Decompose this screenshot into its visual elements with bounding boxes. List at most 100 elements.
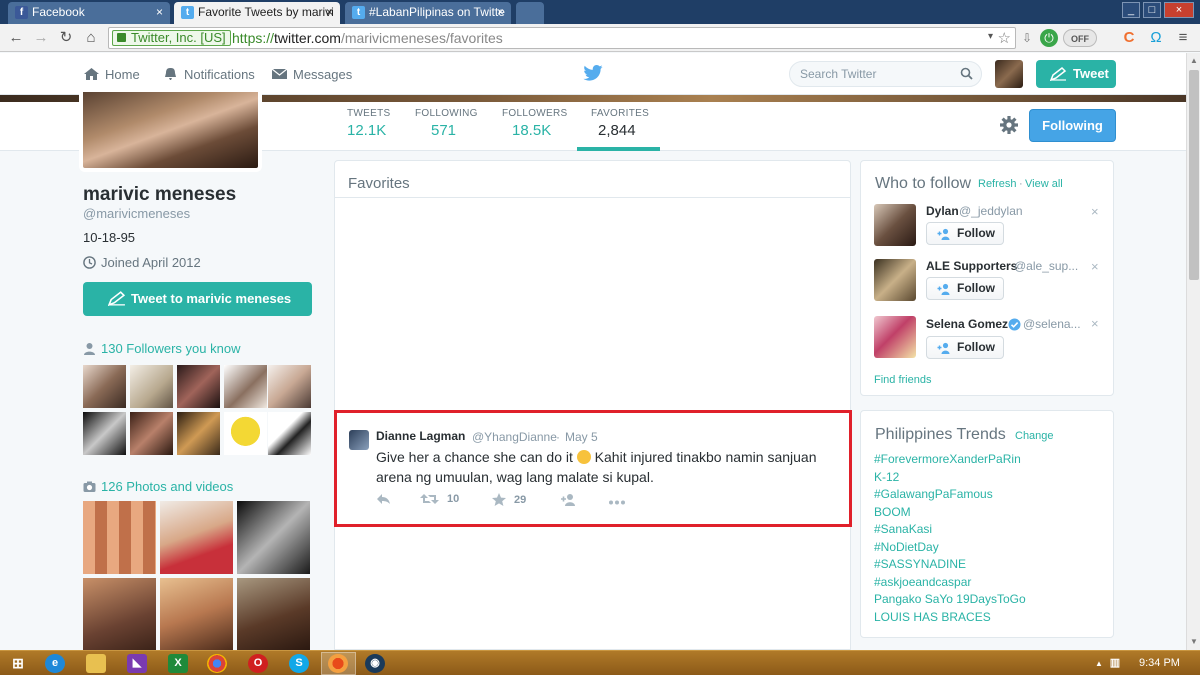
suggestion-name[interactable]: Selena Gomez	[926, 317, 1008, 331]
power-icon[interactable]: ⏻	[1040, 29, 1058, 47]
follow-button[interactable]: Follow	[926, 336, 1004, 359]
follower-avatar[interactable]	[177, 365, 220, 408]
follower-avatar[interactable]	[83, 412, 126, 455]
media-thumbnail[interactable]	[83, 578, 156, 651]
tweet-author-handle[interactable]: @YhangDianne	[472, 430, 557, 444]
tweet-author-name[interactable]: Dianne Lagman	[376, 429, 465, 443]
reply-button[interactable]	[376, 493, 399, 505]
dismiss-icon[interactable]: ×	[1091, 259, 1099, 274]
tab-favorite-tweets[interactable]: t Favorite Tweets by marivi ×	[174, 2, 340, 24]
minimize-button[interactable]: _	[1122, 2, 1140, 18]
tray-expand-icon[interactable]: ▲	[1093, 654, 1105, 673]
search-input[interactable]	[790, 62, 955, 86]
scroll-thumb[interactable]	[1189, 70, 1199, 280]
page-scrollbar[interactable]: ▲ ▼	[1186, 53, 1200, 650]
view-all-link[interactable]: View all	[1025, 178, 1063, 190]
find-friends-link[interactable]: Find friends	[874, 374, 931, 386]
trend-item[interactable]: BOOM	[874, 505, 911, 519]
headphones-icon[interactable]: Ω	[1147, 29, 1165, 47]
forward-icon[interactable]: →	[31, 28, 51, 48]
trend-item[interactable]: #ForevermoreXanderPaRin	[874, 452, 1021, 466]
tab-labanpilipinas[interactable]: t #LabanPilipinas on Twitte ×	[345, 2, 511, 24]
follow-button[interactable]: Follow	[926, 277, 1004, 300]
network-icon[interactable]: ▥	[1108, 654, 1122, 673]
gear-icon[interactable]	[999, 115, 1019, 135]
trend-item[interactable]: #NoDietDay	[874, 540, 939, 554]
follow-author-button[interactable]	[560, 493, 586, 506]
scroll-up-icon[interactable]: ▲	[1189, 56, 1199, 66]
trend-item[interactable]: K-12	[874, 470, 899, 484]
media-thumbnail[interactable]	[160, 501, 233, 574]
nav-home[interactable]: Home	[83, 67, 140, 82]
home-icon[interactable]: ⌂	[81, 28, 101, 48]
windows-start-icon[interactable]: ⊞	[8, 654, 28, 673]
photos-videos-link[interactable]: 126 Photos and videos	[83, 479, 233, 494]
taskbar-clock[interactable]: 9:34 PM	[1139, 657, 1180, 669]
back-icon[interactable]: ←	[6, 28, 26, 48]
change-trends-link[interactable]: Change	[1015, 430, 1054, 442]
follow-button[interactable]: Follow	[926, 222, 1004, 245]
scroll-down-icon[interactable]: ▼	[1189, 637, 1199, 647]
followers-you-know-link[interactable]: 130 Followers you know	[83, 341, 240, 356]
file-explorer-icon[interactable]	[86, 654, 106, 673]
follower-avatar[interactable]	[224, 412, 267, 455]
excel-icon[interactable]: X	[168, 654, 188, 673]
extension-toggle[interactable]: OFF	[1063, 29, 1097, 47]
tab-facebook[interactable]: f Facebook ×	[8, 2, 170, 24]
retweet-button[interactable]: 10	[420, 493, 459, 505]
search-icon[interactable]	[960, 67, 973, 80]
account-avatar[interactable]	[995, 60, 1023, 88]
bookmark-star-icon[interactable]: ☆	[998, 29, 1011, 47]
close-tab-icon[interactable]: ×	[497, 2, 504, 22]
stat-following[interactable]: FOLLOWING 571	[415, 108, 478, 139]
url-text[interactable]: https://twitter.com/marivicmeneses/favor…	[232, 30, 503, 46]
follower-avatar[interactable]	[224, 365, 267, 408]
stat-favorites[interactable]: FAVORITES 2,844	[591, 108, 649, 139]
follower-avatar[interactable]	[130, 365, 173, 408]
more-options-button[interactable]	[608, 493, 634, 505]
profile-handle[interactable]: @marivicmeneses	[83, 206, 190, 221]
reload-icon[interactable]: ↻	[56, 28, 76, 48]
favorite-button[interactable]: 29	[492, 493, 526, 506]
nav-messages[interactable]: Messages	[271, 67, 352, 82]
visual-studio-icon[interactable]: ◣	[127, 654, 147, 673]
tweet-timestamp[interactable]: May 5	[565, 430, 598, 444]
close-window-button[interactable]: ×	[1164, 2, 1194, 18]
skype-icon[interactable]: S	[289, 654, 309, 673]
suggestion-handle[interactable]: @ale_sup...	[1014, 259, 1078, 273]
trend-item[interactable]: #SASSYNADINE	[874, 557, 966, 571]
dismiss-icon[interactable]: ×	[1091, 316, 1099, 331]
suggestion-name[interactable]: ALE Supporters	[926, 259, 1017, 273]
follower-avatar[interactable]	[268, 412, 311, 455]
trend-item[interactable]: #SanaKasi	[874, 522, 932, 536]
profile-photo[interactable]	[79, 92, 262, 172]
suggestion-handle[interactable]: @_jeddylan	[959, 204, 1023, 218]
trend-item[interactable]: #askjoeandcaspar	[874, 575, 971, 589]
follower-avatar[interactable]	[268, 365, 311, 408]
dismiss-icon[interactable]: ×	[1091, 204, 1099, 219]
compose-tweet-button[interactable]: Tweet	[1036, 60, 1116, 88]
download-icon[interactable]: ⇩	[1018, 29, 1036, 47]
media-thumbnail[interactable]	[237, 501, 310, 574]
trend-item[interactable]: LOUIS HAS BRACES	[874, 610, 991, 624]
tweet-author-avatar[interactable]	[349, 430, 369, 450]
follower-avatar[interactable]	[177, 412, 220, 455]
stat-followers[interactable]: FOLLOWERS 18.5K	[502, 108, 568, 139]
suggestion-avatar[interactable]	[874, 316, 916, 358]
opera-icon[interactable]: O	[248, 654, 268, 673]
tweet-card[interactable]: Dianne Lagman @YhangDianne · May 5 Give …	[334, 410, 852, 527]
media-thumbnail[interactable]	[160, 578, 233, 651]
suggestion-name[interactable]: Dylan	[926, 204, 959, 218]
suggestion-handle[interactable]: @selena...	[1023, 317, 1081, 331]
stat-tweets[interactable]: TWEETS 12.1K	[347, 108, 390, 139]
new-tab-button[interactable]	[516, 2, 544, 24]
chrome-icon[interactable]	[207, 654, 227, 673]
following-button[interactable]: Following	[1029, 109, 1116, 142]
address-bar[interactable]: Twitter, Inc. [US] https://twitter.com/m…	[108, 27, 1016, 49]
steam-icon[interactable]: ◉	[365, 654, 385, 673]
suggestion-avatar[interactable]	[874, 204, 916, 246]
twitter-bird-icon[interactable]	[583, 65, 603, 81]
refresh-link[interactable]: Refresh	[978, 178, 1017, 190]
media-thumbnail[interactable]	[83, 501, 156, 574]
dropdown-icon[interactable]: ▾	[988, 31, 993, 42]
